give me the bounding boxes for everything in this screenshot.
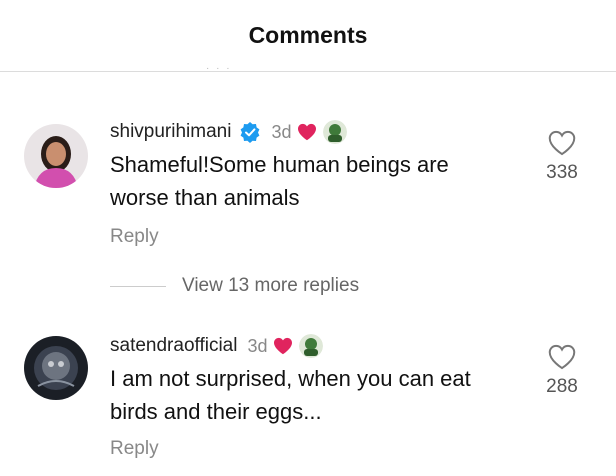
page-title: Comments xyxy=(248,22,368,48)
username[interactable]: satendraofficial xyxy=(110,335,237,357)
comment-text-line: worse than animals xyxy=(110,185,300,210)
reply-button[interactable]: Reply xyxy=(110,438,159,460)
heart-outline-icon xyxy=(548,344,576,370)
like-count: 338 xyxy=(546,162,578,183)
like-button[interactable]: 338 xyxy=(540,130,584,184)
username[interactable]: shivpurihimani xyxy=(110,121,231,143)
avatar[interactable] xyxy=(24,336,88,400)
comment-text-line: I am not surprised, when you can eat xyxy=(110,366,471,391)
red-heart-icon xyxy=(273,337,293,355)
view-more-replies[interactable]: View 13 more replies xyxy=(110,272,359,300)
header-overflow-marks: · · · xyxy=(206,63,232,74)
comment-header: shivpurihimani 3d xyxy=(110,118,348,146)
comment-text: Shameful!Some human beings are worse tha… xyxy=(110,148,510,214)
red-heart-icon xyxy=(297,123,317,141)
creator-avatar-icon xyxy=(299,334,324,358)
comments-header: Comments · · · xyxy=(0,0,616,74)
like-count: 288 xyxy=(546,376,578,397)
heart-outline-icon xyxy=(548,130,576,156)
avatar[interactable] xyxy=(24,124,88,188)
comment-time: 3d xyxy=(271,121,292,142)
view-more-replies-label: View 13 more replies xyxy=(182,275,360,296)
comment-text-line: birds and their eggs... xyxy=(110,399,322,424)
reply-button[interactable]: Reply xyxy=(110,226,159,248)
creator-avatar-icon xyxy=(323,120,348,144)
comment-text: I am not surprised, when you can eat bir… xyxy=(110,362,510,428)
comment-header: satendraofficial 3d xyxy=(110,332,324,360)
divider xyxy=(110,285,166,287)
comment-text-line: Shameful!Some human beings are xyxy=(110,152,449,177)
verified-badge-icon xyxy=(239,121,261,143)
like-button[interactable]: 288 xyxy=(540,344,584,398)
comment-time: 3d xyxy=(247,335,268,356)
